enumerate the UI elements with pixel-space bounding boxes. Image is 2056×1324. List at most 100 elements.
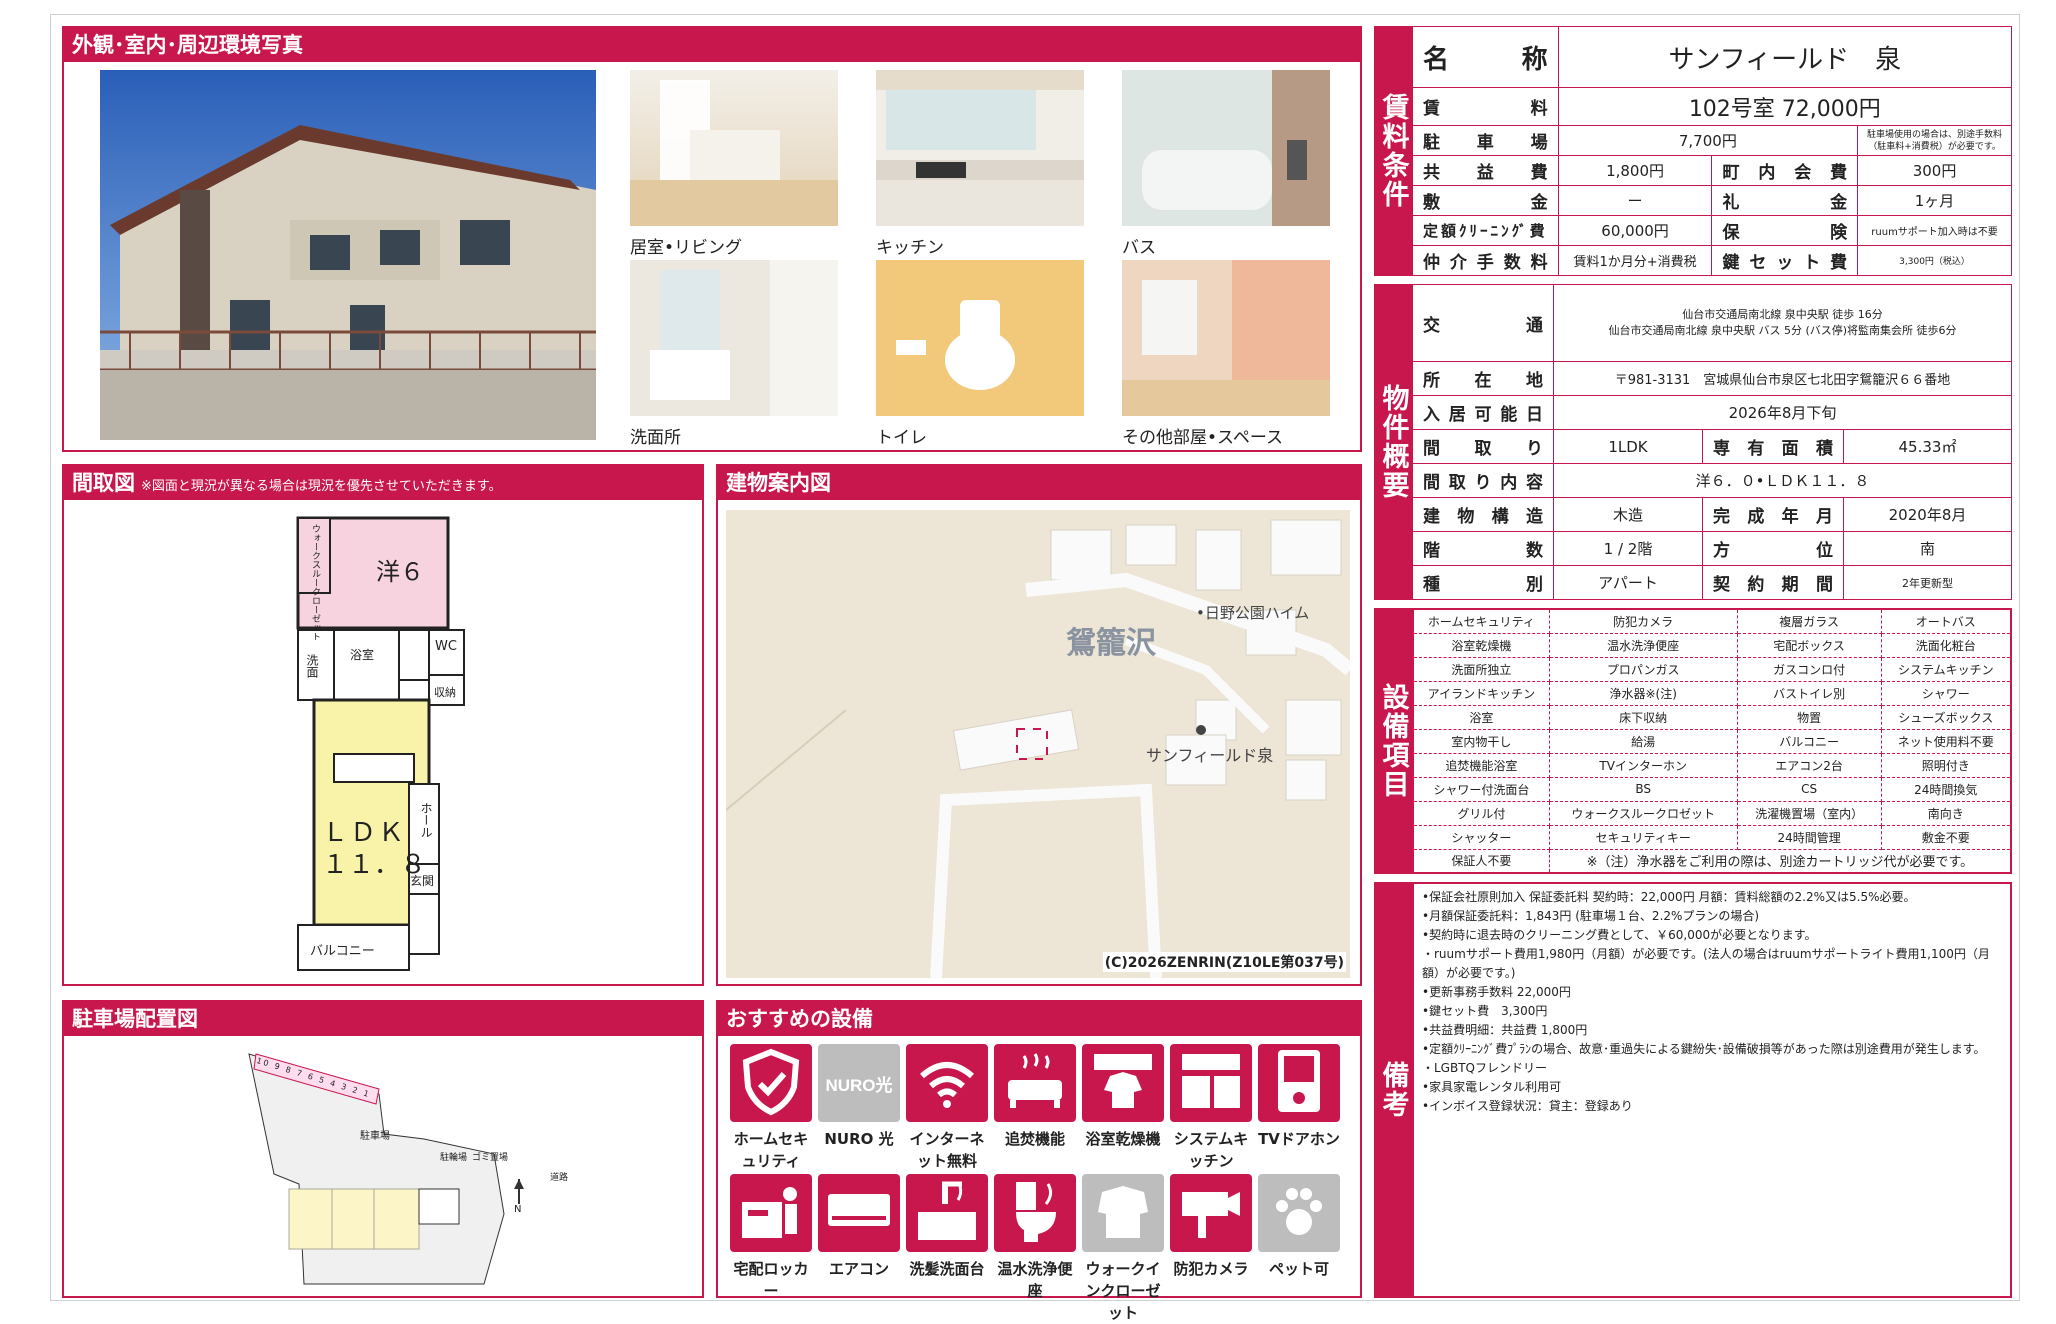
floorplan-note: ※図面と現況が異なる場合は現況を優先させていただきます。 bbox=[141, 479, 502, 494]
equipment-item: シャワー bbox=[1880, 680, 2012, 706]
equipment-item: 洗面化粧台 bbox=[1880, 632, 2012, 658]
reikin-value: 1ヶ月 bbox=[1857, 185, 2012, 216]
equipment-item: TVインターホン bbox=[1548, 752, 1738, 778]
room-wc: WC bbox=[435, 639, 457, 654]
photos-title: 外観･室内･周辺環境写真 bbox=[64, 28, 1360, 62]
nyukyo-key: 入居可能日 bbox=[1412, 395, 1554, 430]
equipment-item: ホームセキュリティ bbox=[1412, 608, 1550, 634]
parking-slot-2: 2 bbox=[351, 1085, 361, 1096]
kitchen-icon bbox=[1170, 1042, 1252, 1124]
remark-line: •保証会社原則加入 保証委託料 契約時：22,000円 月額：賃料総額の2.2%… bbox=[1422, 890, 1916, 904]
recommended-label: TVドアホン bbox=[1258, 1130, 1340, 1148]
remark-line: ・ruumサポート費用1,980円（月額）が必要です。(法人の場合はruumサポ… bbox=[1422, 947, 1990, 980]
shozai-key: 所在地 bbox=[1412, 361, 1554, 396]
remark-line: •契約時に退去時のクリーニング費として、￥60,000が必要となります。 bbox=[1422, 928, 1817, 942]
photo-toilet bbox=[876, 260, 1084, 416]
floorplan-title: 間取図 bbox=[72, 471, 135, 495]
remark-line: •家具家電レンタル利用可 bbox=[1422, 1080, 1562, 1094]
exterior-photo bbox=[100, 70, 596, 440]
remark-line: •月額保証委託料：1,843円 (駐車場１台、2.2%プランの場合) bbox=[1422, 909, 1760, 923]
equipment-item: 洗濯機置場（室内） bbox=[1736, 800, 1882, 826]
equipment-item: 複層ガラス bbox=[1736, 608, 1882, 634]
equipment-item: 24時間管理 bbox=[1736, 824, 1882, 850]
recommended-label: システムキッチン bbox=[1173, 1130, 1249, 1170]
equipment-item: バルコニー bbox=[1736, 728, 1882, 754]
chukai-value: 賃料1か月分+消費税 bbox=[1557, 245, 1713, 276]
kansei-value: 2020年8月 bbox=[1843, 497, 2012, 532]
cleaning-value: 60,000円 bbox=[1557, 215, 1713, 246]
remark-line: •定額ｸﾘｰﾆﾝｸﾞ費ﾌﾟﾗﾝの場合、故意･重過失による鍵紛失･設備破損等があっ… bbox=[1422, 1042, 1986, 1056]
map-panel: 建物案内図 鴛籠沢 •日野公園ハイム サンフィールド泉 (C)2026ZENRI… bbox=[716, 464, 1362, 986]
recommended-tile bbox=[1258, 1044, 1340, 1122]
equipment-item: システムキッチン bbox=[1880, 656, 2012, 682]
equipment-item: 敷金不要 bbox=[1880, 824, 2012, 850]
rent-name-key: 名 称 bbox=[1412, 26, 1559, 88]
photo-living bbox=[630, 70, 838, 226]
room-yokushitsu: 浴室 bbox=[350, 648, 375, 662]
equipment-item: 物置 bbox=[1736, 704, 1882, 730]
remark-line: •インボイス登録状況：貸主：登録あり bbox=[1422, 1099, 1633, 1113]
chonai-value: 300円 bbox=[1857, 155, 2012, 186]
madori-naiyo-value: 洋６．０•ＬＤＫ１１．８ bbox=[1553, 463, 2012, 498]
equipment-item: 南向き bbox=[1880, 800, 2012, 826]
chonai-key: 町内会費 bbox=[1711, 155, 1859, 186]
keiyaku-value: 2年更新型 bbox=[1843, 565, 2012, 600]
keiyaku-key: 契約期間 bbox=[1702, 565, 1844, 600]
equipment-item: シャッター bbox=[1412, 824, 1550, 850]
nyukyo-value: 2026年8月下旬 bbox=[1553, 395, 2012, 430]
equipment-item: 給湯 bbox=[1548, 728, 1738, 754]
map-poi-sunfield: サンフィールド泉 bbox=[1146, 746, 1274, 765]
equipment-item: ネット使用料不要 bbox=[1880, 728, 2012, 754]
remark-line: •更新事務手数料 22,000円 bbox=[1422, 985, 1571, 999]
caption-kitchen: キッチン bbox=[876, 238, 944, 258]
recommended-label: NURO 光 bbox=[824, 1130, 894, 1148]
recommended-label: 追焚機能 bbox=[1004, 1130, 1065, 1148]
parking-slot-3: 3 bbox=[340, 1081, 350, 1093]
equipment-item: BS bbox=[1548, 776, 1738, 802]
kyoeki-value: 1,800円 bbox=[1557, 155, 1713, 186]
kotsu-line-2: 仙台市交通局南北線 泉中央駅 バス 5分 (バス停)将監南集会所 徒歩6分 bbox=[1608, 324, 1957, 337]
bath-dryer-icon bbox=[1082, 1042, 1164, 1124]
floorplan-panel: 間取図 ※図面と現況が異なる場合は現況を優先させていただきます。 洋６ ウォークス… bbox=[62, 464, 704, 986]
madori-key: 間 取 り bbox=[1412, 429, 1554, 464]
recommended-label: ウォークインクローゼット bbox=[1085, 1260, 1161, 1322]
remark-line: •共益費明細：共益費 1,800円 bbox=[1422, 1023, 1588, 1037]
remark-line: ・LGBTQフレンドリー bbox=[1422, 1061, 1547, 1075]
photo-kitchen bbox=[876, 70, 1084, 226]
kozo-value: 木造 bbox=[1553, 497, 1703, 532]
madori-naiyo-key: 間取り内容 bbox=[1412, 463, 1554, 498]
recommended-panel: おすすめの設備 ホームセキュリティ NURO光 NURO 光インターネット無料 追焚機… bbox=[716, 1000, 1362, 1322]
parking-slot-6: 6 bbox=[306, 1071, 317, 1083]
parking-slot-9: 9 bbox=[273, 1061, 283, 1073]
parking-slot-8: 8 bbox=[284, 1064, 294, 1076]
kaisu-key: 階 数 bbox=[1412, 531, 1554, 566]
garbage-label: ゴミ置場 bbox=[472, 1153, 509, 1163]
side-label-chinryo: 賃料条件 bbox=[1374, 26, 1412, 276]
recommended-label: ペット可 bbox=[1268, 1260, 1329, 1278]
equipment-item: 24時間換気 bbox=[1880, 776, 2012, 802]
equipment-item: シャワー付洗面台 bbox=[1412, 776, 1550, 802]
map-image: 鴛籠沢 •日野公園ハイム サンフィールド泉 (C)2026ZENRIN(Z10L… bbox=[726, 510, 1350, 978]
equipment-item: 防犯カメラ bbox=[1548, 608, 1738, 634]
recommended-tile bbox=[994, 1174, 1076, 1252]
bathtub-icon bbox=[994, 1042, 1076, 1124]
recommended-tile: NURO光 bbox=[818, 1044, 900, 1122]
floorplan-drawing: 洋６ ウォークスルークローゼット 洗面 浴室 WC 収納 ＬＤＫ １１．８ ホー… bbox=[294, 514, 534, 974]
recommended-tile bbox=[994, 1044, 1076, 1122]
parking-slot-4: 4 bbox=[328, 1078, 339, 1090]
wifi-icon bbox=[906, 1042, 988, 1124]
camera-icon bbox=[1170, 1172, 1252, 1254]
locker-icon bbox=[730, 1172, 812, 1254]
recommended-tile bbox=[1082, 1044, 1164, 1122]
hoi-value: 南 bbox=[1843, 531, 2012, 566]
north-label: N bbox=[514, 1204, 522, 1215]
equipment-item: 保証人不要 bbox=[1412, 848, 1550, 874]
equipment-item: オートバス bbox=[1880, 608, 2012, 634]
parking-slot-5: 5 bbox=[317, 1075, 328, 1086]
recommended-tile bbox=[906, 1174, 988, 1252]
overview-table: 交 通仙台市交通局南北線 泉中央駅 徒歩 16分 仙台市交通局南北線 泉中央駅 バ… bbox=[1412, 284, 2012, 600]
side-label-setsubi: 設備項目 bbox=[1374, 608, 1412, 874]
room-genkan: 玄関 bbox=[410, 874, 435, 888]
equipment-note: ※（注）浄水器をご利用の際は、別途カートリッジ代が必要です。 bbox=[1548, 848, 2012, 874]
recommended-label: 浴室乾燥機 bbox=[1085, 1130, 1161, 1148]
